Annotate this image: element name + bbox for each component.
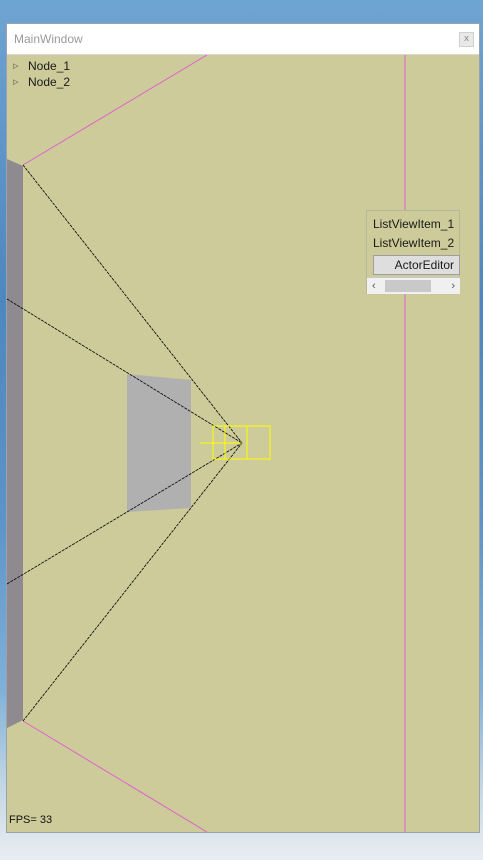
main-window: MainWindow x ▷ Node_1 ▷ Node_2 ListViewI… <box>7 24 479 832</box>
scrollbar-thumb[interactable] <box>385 280 431 292</box>
gray-quad <box>127 374 191 512</box>
ray-upper <box>7 298 243 444</box>
title-bar[interactable]: MainWindow x <box>7 24 479 55</box>
tree-item-node-2[interactable]: ▷ Node_2 <box>13 74 70 90</box>
window-title: MainWindow <box>14 32 83 46</box>
scene-viewport[interactable]: ▷ Node_1 ▷ Node_2 ListViewItem_1 ListVie… <box>7 55 479 832</box>
horizontal-scrollbar[interactable]: ‹ › <box>367 277 460 294</box>
list-view: ListViewItem_1 ListViewItem_2 ActorEdito… <box>366 210 460 294</box>
scene-tree: ▷ Node_1 ▷ Node_2 <box>13 58 70 90</box>
ray-lower <box>7 442 243 585</box>
expand-arrow-icon[interactable]: ▷ <box>13 62 28 70</box>
tree-item-label: Node_2 <box>28 75 71 89</box>
scene-canvas[interactable] <box>7 55 479 832</box>
fps-counter: FPS= 33 <box>9 814 53 826</box>
actor-editor-button[interactable]: ActorEditor <box>373 255 460 275</box>
left-wall <box>7 159 23 728</box>
expand-arrow-icon[interactable]: ▷ <box>13 78 28 86</box>
list-item-2[interactable]: ListViewItem_2 <box>373 236 454 250</box>
list-item-1[interactable]: ListViewItem_1 <box>373 217 454 231</box>
tree-item-label: Node_1 <box>28 59 71 73</box>
close-button[interactable]: x <box>459 32 474 47</box>
scroll-left-icon[interactable]: ‹ <box>372 278 376 294</box>
tree-item-node-1[interactable]: ▷ Node_1 <box>13 58 70 74</box>
scroll-right-icon[interactable]: › <box>451 278 455 294</box>
camera-gizmo[interactable] <box>200 425 271 460</box>
